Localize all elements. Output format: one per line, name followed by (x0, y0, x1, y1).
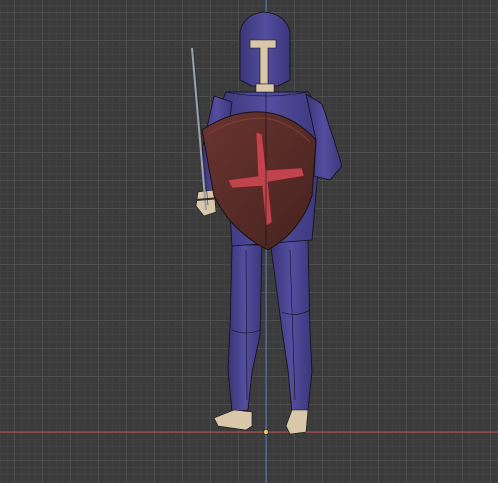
knight-model[interactable] (191, 11, 343, 435)
right-leg (269, 239, 313, 413)
left-foot (213, 409, 253, 431)
neck (255, 83, 275, 93)
right-foot (285, 409, 309, 435)
3d-viewport[interactable] (0, 0, 498, 483)
scene-canvas[interactable] (0, 0, 498, 483)
left-leg (227, 244, 263, 413)
object-origin[interactable] (263, 429, 269, 435)
